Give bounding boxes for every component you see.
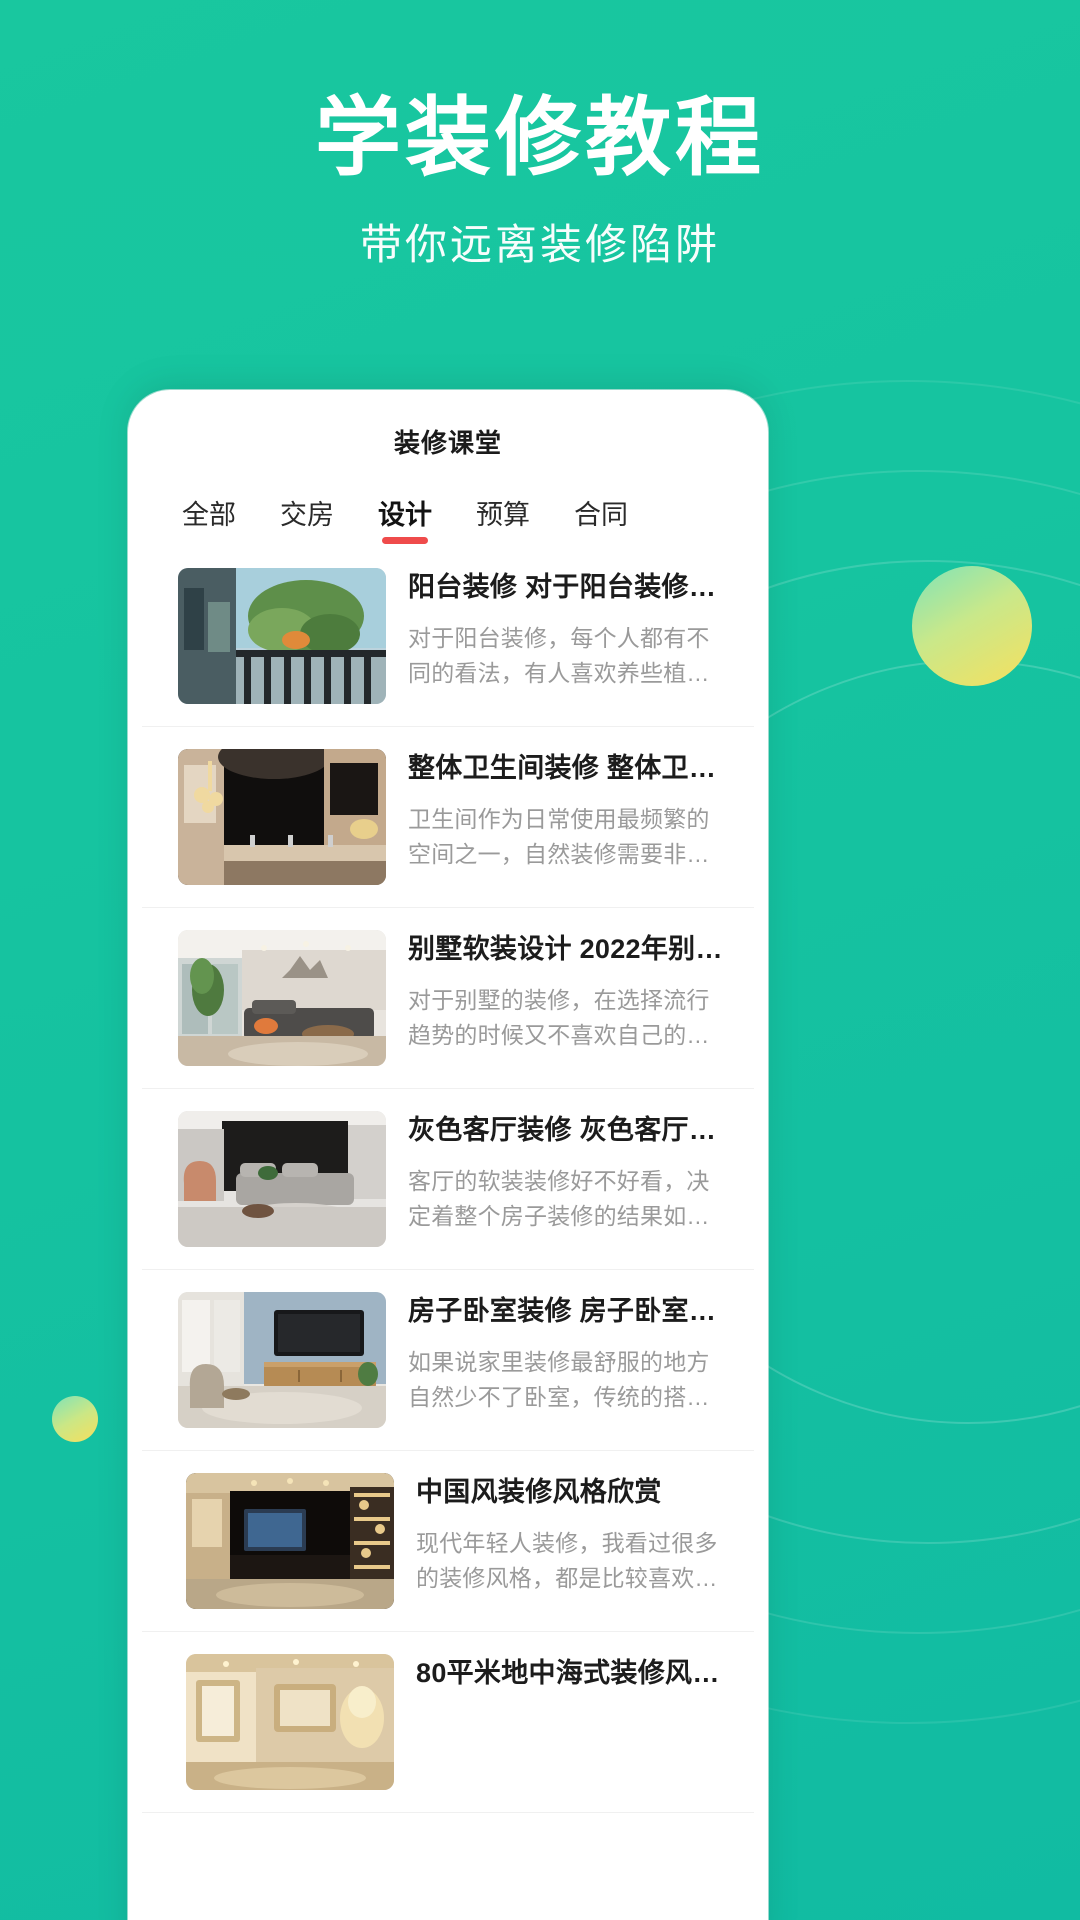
list-item[interactable]: 灰色客厅装修 灰色客厅软装… 客厅的软装装修好不好看，决定着整个房子装修的结果如…	[142, 1089, 754, 1270]
phone-mockup: 装修课堂 全部 交房 设计 预算 合同 阳台装修 对于阳台装修封 对于阳台装修，…	[128, 390, 768, 1920]
article-description: 卫生间作为日常使用最频繁的空间之一，自然装修需要非常重视，…	[408, 805, 710, 868]
article-text: 中国风装修风格欣赏 现代年轻人装修，我看过很多的装修风格，都是比较喜欢现代风格…	[416, 1473, 728, 1597]
list-item[interactable]: 80平米地中海式装修风格，…	[142, 1632, 754, 1813]
article-text: 灰色客厅装修 灰色客厅软装… 客厅的软装装修好不好看，决定着整个房子装修的结果如…	[408, 1111, 728, 1235]
tab-all[interactable]: 全部	[182, 493, 236, 546]
active-tab-underline	[382, 537, 428, 544]
article-thumbnail-bathroom	[178, 749, 386, 885]
tab-design-label: 设计	[378, 500, 432, 530]
decorative-dot-small	[52, 1396, 98, 1442]
article-text: 别墅软装设计 2022年别墅软… 对于别墅的装修，在选择流行趋势的时候又不喜欢自…	[408, 930, 728, 1054]
article-list: 阳台装修 对于阳台装修封装… 对于阳台装修，每个人都有不同的看法，有人喜欢养些植…	[142, 546, 754, 1813]
tab-handover-label: 交房	[280, 500, 334, 530]
tab-contract-label: 合同	[574, 500, 628, 530]
hero-section: 学装修教程 带你远离装修陷阱	[0, 92, 1080, 272]
article-thumbnail-grey-livingroom	[178, 1111, 386, 1247]
tab-all-label: 全部	[182, 500, 236, 530]
article-title: 别墅软装设计 2022年别墅软…	[408, 934, 728, 964]
article-title: 中国风装修风格欣赏	[416, 1477, 662, 1507]
article-description: 现代年轻人装修，我看过很多的装修风格，都是比较喜欢现代风格…	[416, 1529, 718, 1592]
app-header: 装修课堂	[142, 404, 754, 478]
tab-budget[interactable]: 预算	[476, 493, 530, 546]
tab-bar[interactable]: 全部 交房 设计 预算 合同	[142, 478, 754, 546]
tab-budget-label: 预算	[476, 500, 530, 530]
app-header-title: 装修课堂	[393, 427, 502, 458]
tab-contract[interactable]: 合同	[574, 493, 628, 546]
article-description: 对于别墅的装修，在选择流行趋势的时候又不喜欢自己的装修随着…	[408, 986, 710, 1049]
article-title: 房子卧室装修 房子卧室装修…	[408, 1296, 728, 1326]
page-root: 学装修教程 带你远离装修陷阱 装修课堂 全部 交房 设计 预算 合同 阳台装修 …	[0, 0, 1080, 1920]
tab-design[interactable]: 设计	[378, 493, 432, 546]
article-title: 80平米地中海式装修风格，…	[416, 1658, 728, 1688]
article-text: 阳台装修 对于阳台装修封装… 对于阳台装修，每个人都有不同的看法，有人喜欢养些植…	[408, 568, 728, 692]
tab-handover[interactable]: 交房	[280, 493, 334, 546]
article-title: 整体卫生间装修 整体卫生间…	[408, 753, 728, 783]
article-thumbnail-bedroom	[178, 1292, 386, 1428]
article-thumbnail-mediterranean	[186, 1654, 394, 1790]
article-text: 房子卧室装修 房子卧室装修… 如果说家里装修最舒服的地方自然少不了卧室，传统的搭…	[408, 1292, 728, 1416]
phone-screen: 装修课堂 全部 交房 设计 预算 合同 阳台装修 对于阳台装修封 对于阳台装修，…	[142, 404, 754, 1920]
article-description: 如果说家里装修最舒服的地方自然少不了卧室，传统的搭配千篇一…	[408, 1348, 710, 1411]
list-item[interactable]: 整体卫生间装修 整体卫生间… 卫生间作为日常使用最频繁的空间之一，自然装修需要非…	[142, 727, 754, 908]
list-item[interactable]: 中国风装修风格欣赏 现代年轻人装修，我看过很多的装修风格，都是比较喜欢现代风格…	[142, 1451, 754, 1632]
article-thumbnail-chinese-style	[186, 1473, 394, 1609]
article-thumbnail-villa	[178, 930, 386, 1066]
list-item[interactable]: 房子卧室装修 房子卧室装修… 如果说家里装修最舒服的地方自然少不了卧室，传统的搭…	[142, 1270, 754, 1451]
list-item[interactable]: 别墅软装设计 2022年别墅软… 对于别墅的装修，在选择流行趋势的时候又不喜欢自…	[142, 908, 754, 1089]
page-subtitle: 带你远离装修陷阱	[359, 220, 720, 268]
article-title: 阳台装修 对于阳台装修封装…	[408, 572, 728, 602]
article-title: 灰色客厅装修 灰色客厅软装…	[408, 1115, 728, 1145]
page-title: 学装修教程	[315, 90, 765, 186]
article-text: 80平米地中海式装修风格，…	[416, 1654, 728, 1691]
decorative-dot-large	[912, 566, 1032, 686]
article-description: 对于阳台装修，每个人都有不同的看法，有人喜欢养些植物陶冶情…	[408, 624, 710, 687]
list-item[interactable]: 阳台装修 对于阳台装修封装… 对于阳台装修，每个人都有不同的看法，有人喜欢养些植…	[142, 546, 754, 727]
article-thumbnail-balcony	[178, 568, 386, 704]
article-text: 整体卫生间装修 整体卫生间… 卫生间作为日常使用最频繁的空间之一，自然装修需要非…	[408, 749, 728, 873]
article-description: 客厅的软装装修好不好看，决定着整个房子装修的结果如何，那么…	[408, 1167, 710, 1230]
